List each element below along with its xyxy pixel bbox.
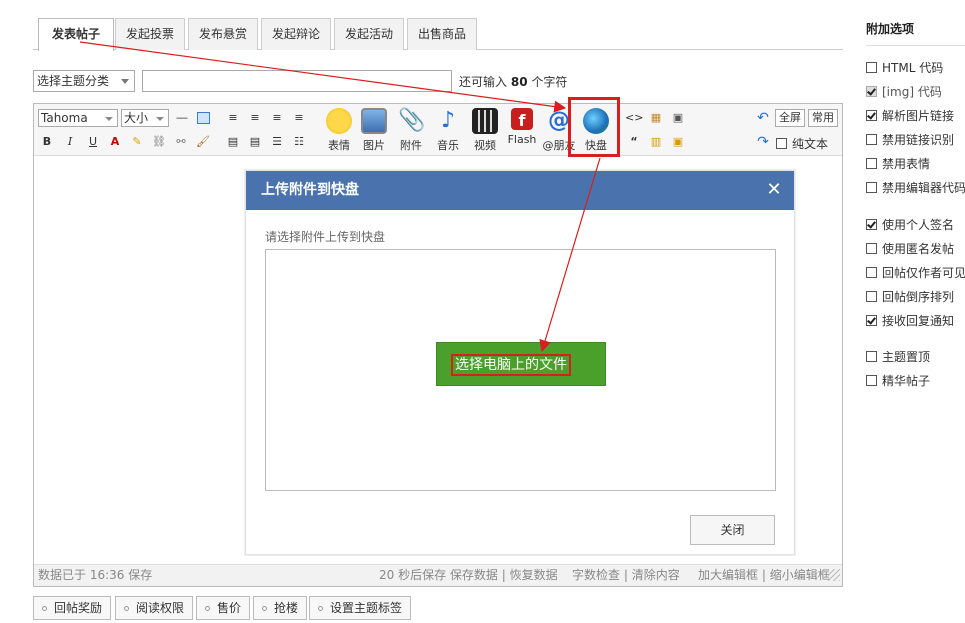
option-checkbox[interactable] — [866, 158, 877, 169]
option-label: 精华帖子 — [882, 374, 931, 388]
option-label: 禁用表情 — [882, 157, 931, 171]
set-topic-tags-button[interactable]: 设置主题标签 — [309, 596, 412, 620]
option-label: 禁用链接识别 — [882, 133, 955, 147]
option-item[interactable]: 使用匿名发帖 — [866, 241, 954, 257]
option-item[interactable]: 精华帖子 — [866, 373, 930, 389]
option-item[interactable]: 解析图片链接 — [866, 108, 954, 124]
option-checkbox[interactable] — [866, 351, 877, 362]
price-button[interactable]: 售价 — [196, 596, 251, 620]
option-item[interactable]: HTML 代码 — [866, 60, 943, 76]
option-checkbox[interactable] — [866, 182, 877, 193]
bullet-icon — [42, 606, 47, 611]
option-label: [img] 代码 — [882, 85, 942, 99]
option-checkbox[interactable] — [866, 375, 877, 386]
option-item[interactable]: 主题置顶 — [866, 349, 930, 365]
option-label: HTML 代码 — [882, 61, 944, 75]
option-checkbox — [866, 86, 877, 97]
option-label: 使用匿名发帖 — [882, 242, 955, 256]
option-item: [img] 代码 — [866, 84, 942, 100]
option-label: 回帖倒序排列 — [882, 290, 955, 304]
option-checkbox[interactable] — [866, 243, 877, 254]
bullet-icon — [205, 606, 210, 611]
option-checkbox[interactable] — [866, 315, 877, 326]
option-item[interactable]: 回帖倒序排列 — [866, 289, 954, 305]
option-label: 接收回复通知 — [882, 314, 955, 328]
bullet-icon — [124, 606, 129, 611]
option-checkbox[interactable] — [866, 62, 877, 73]
option-checkbox[interactable] — [866, 291, 877, 302]
option-item[interactable]: 接收回复通知 — [866, 313, 954, 329]
bullet-icon — [262, 606, 267, 611]
option-label: 解析图片链接 — [882, 109, 955, 123]
option-label: 禁用编辑器代码 — [882, 181, 965, 195]
option-label: 主题置顶 — [882, 350, 931, 364]
options-divider — [866, 45, 965, 46]
arrow-kuaipan-to-choose — [539, 157, 601, 353]
option-checkbox[interactable] — [866, 219, 877, 230]
option-item[interactable]: 禁用表情 — [866, 156, 930, 172]
option-checkbox[interactable] — [866, 267, 877, 278]
option-label: 使用个人签名 — [882, 218, 955, 232]
reply-reward-button[interactable]: 回帖奖励 — [33, 596, 112, 620]
option-label: 回帖仅作者可见 — [882, 266, 965, 280]
options-title: 附加选项 — [866, 22, 915, 36]
option-item[interactable]: 禁用编辑器代码 — [866, 180, 965, 196]
option-checkbox[interactable] — [866, 134, 877, 145]
arrow-tab-to-kuaipan — [79, 41, 567, 113]
annotation-arrows — [79, 41, 601, 353]
option-item[interactable]: 使用个人签名 — [866, 217, 954, 233]
read-permission-button[interactable]: 阅读权限 — [115, 596, 194, 620]
bullet-icon — [318, 606, 323, 611]
option-item[interactable]: 回帖仅作者可见 — [866, 265, 965, 281]
option-checkbox[interactable] — [866, 110, 877, 121]
option-item[interactable]: 禁用链接识别 — [866, 132, 954, 148]
floor-grab-button[interactable]: 抢楼 — [253, 596, 308, 620]
